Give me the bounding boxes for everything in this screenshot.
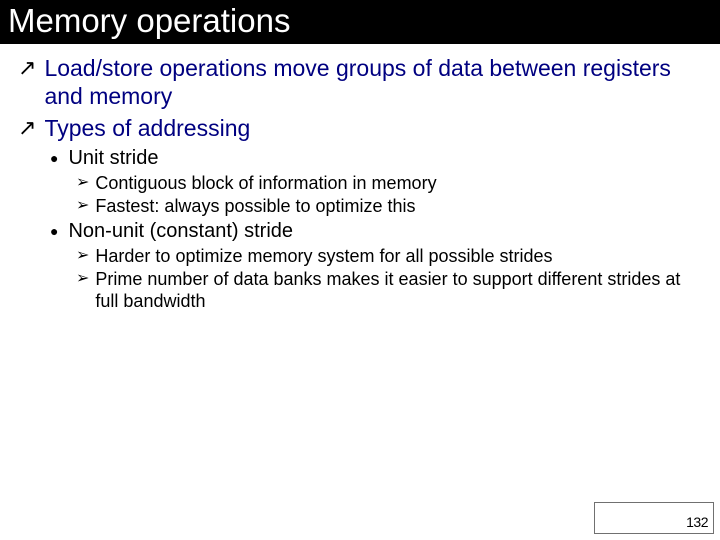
chevron-icon: ➢ [76, 268, 89, 290]
chevron-icon: ➢ [76, 245, 89, 267]
bullet-text: Prime number of data banks makes it easi… [95, 268, 702, 312]
bullet-level2: ● Unit stride [50, 146, 702, 170]
bullet-level1: ↗ Types of addressing [18, 114, 702, 142]
bullet-level3: ➢ Fastest: always possible to optimize t… [76, 195, 702, 217]
slide-title-bar: Memory operations [0, 0, 720, 44]
slide-title: Memory operations [8, 2, 290, 39]
bullet-level2: ● Non-unit (constant) stride [50, 219, 702, 243]
bullet-level1: ↗ Load/store operations move groups of d… [18, 54, 702, 110]
bullet-text: Types of addressing [44, 114, 250, 142]
bullet-level3: ➢ Contiguous block of information in mem… [76, 172, 702, 194]
bullet-text: Unit stride [68, 146, 158, 170]
bullet-text: Non-unit (constant) stride [68, 219, 293, 243]
bullet-text: Fastest: always possible to optimize thi… [95, 195, 415, 217]
bullet-text: Harder to optimize memory system for all… [95, 245, 552, 267]
chevron-icon: ➢ [76, 172, 89, 194]
slide-content: ↗ Load/store operations move groups of d… [0, 44, 720, 312]
page-number: 132 [686, 514, 708, 530]
arrow-icon: ↗ [18, 54, 36, 82]
dot-icon: ● [50, 219, 58, 243]
arrow-icon: ↗ [18, 114, 36, 142]
dot-icon: ● [50, 146, 58, 170]
bullet-text: Contiguous block of information in memor… [95, 172, 436, 194]
chevron-icon: ➢ [76, 195, 89, 217]
bullet-text: Load/store operations move groups of dat… [44, 54, 702, 110]
bullet-level3: ➢ Prime number of data banks makes it ea… [76, 268, 702, 312]
bullet-level3: ➢ Harder to optimize memory system for a… [76, 245, 702, 267]
